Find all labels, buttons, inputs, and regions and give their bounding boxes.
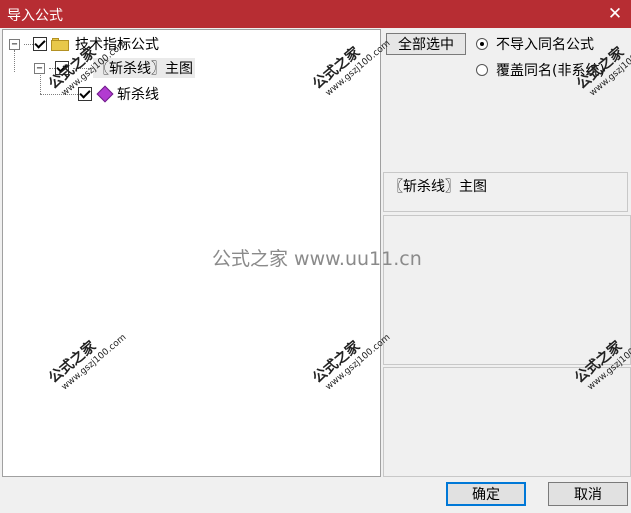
tree-node-root[interactable]: − 技术指标公式 <box>9 34 159 54</box>
leaf-checkbox[interactable] <box>78 87 92 101</box>
formula-description-box <box>383 215 631 365</box>
radio-overwrite-duplicates[interactable]: 覆盖同名(非系统) <box>476 60 605 80</box>
window-title: 导入公式 <box>7 8 63 24</box>
radio-skip-label: 不导入同名公式 <box>496 37 594 53</box>
tree-connector <box>40 93 78 95</box>
formula-name-text: 〖斩杀线〗主图 <box>389 179 487 195</box>
leaf-label[interactable]: 斩杀线 <box>117 84 159 104</box>
select-all-button[interactable]: 全部选中 <box>386 33 466 55</box>
formula-name-box: 〖斩杀线〗主图 <box>383 172 628 212</box>
child-label[interactable]: 〖斩杀线〗主图 <box>93 58 195 78</box>
radio-overwrite-indicator[interactable] <box>476 64 488 76</box>
center-watermark: 公式之家 www.uu11.cn <box>212 248 422 270</box>
radio-overwrite-label: 覆盖同名(非系统) <box>496 63 605 79</box>
cancel-button[interactable]: 取消 <box>548 482 628 506</box>
tree-connector <box>73 67 93 69</box>
ok-button[interactable]: 确定 <box>446 482 526 506</box>
title-bar: 导入公式 ✕ <box>0 0 631 28</box>
close-icon[interactable]: ✕ <box>603 2 627 26</box>
formula-icon <box>96 85 114 103</box>
root-label[interactable]: 技术指标公式 <box>75 34 159 54</box>
tree-node-leaf[interactable]: 斩杀线 <box>40 84 159 104</box>
root-checkbox[interactable] <box>33 37 47 51</box>
collapse-icon[interactable]: − <box>9 38 20 50</box>
tree-node-child[interactable]: − 〖斩杀线〗主图 <box>34 58 195 78</box>
radio-skip-indicator[interactable] <box>476 38 488 50</box>
child-checkbox[interactable] <box>55 61 69 75</box>
tree-connector <box>24 43 33 45</box>
radio-skip-duplicates[interactable]: 不导入同名公式 <box>476 34 594 54</box>
folder-icon <box>51 37 69 51</box>
collapse-icon[interactable]: − <box>34 62 45 74</box>
formula-detail-box <box>383 367 631 477</box>
